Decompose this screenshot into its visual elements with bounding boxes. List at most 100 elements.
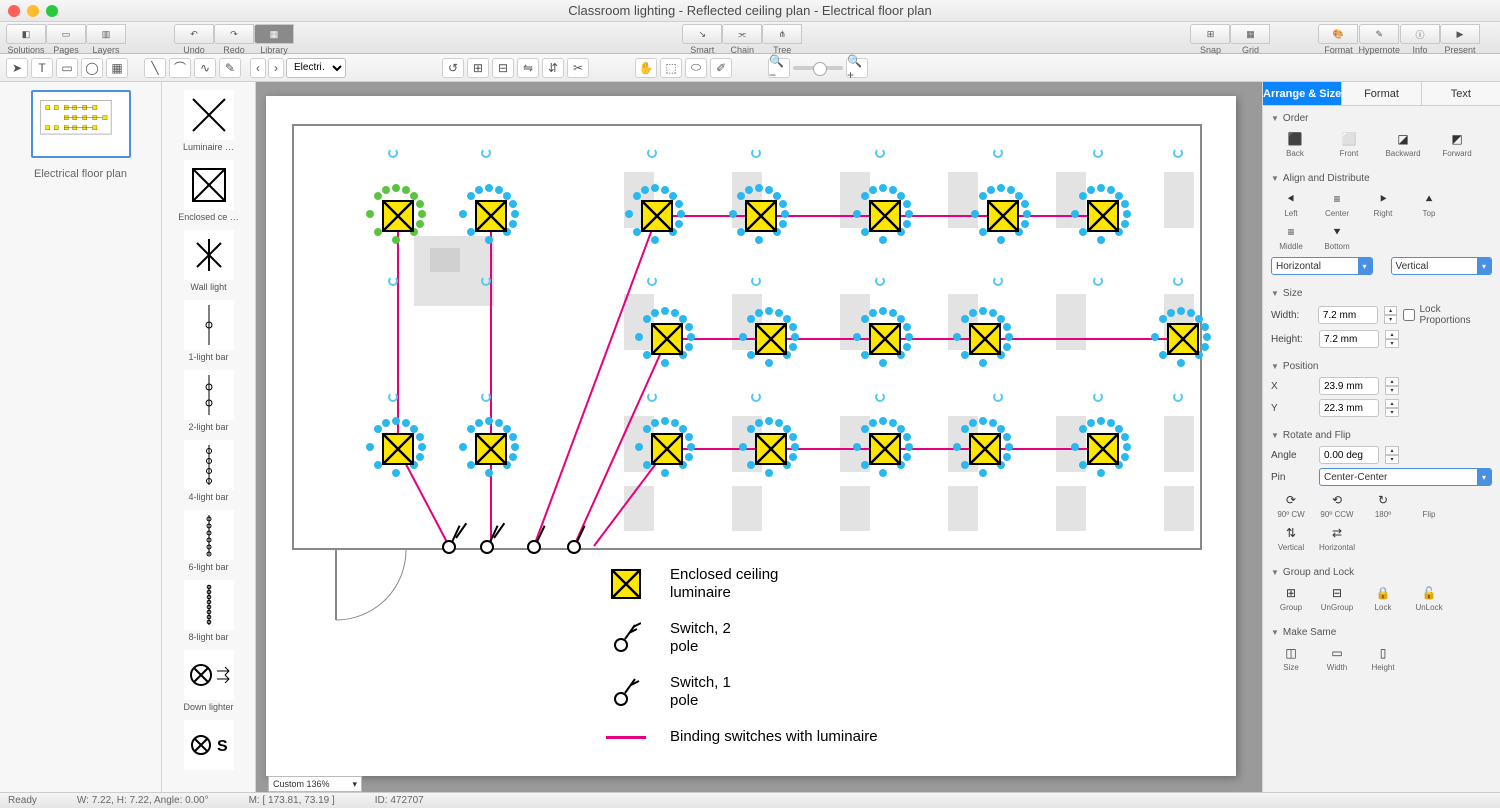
snap-button[interactable]: ⊞ — [1190, 24, 1230, 44]
luminaire[interactable] — [755, 323, 787, 355]
align-middle[interactable]: ≡Middle — [1271, 224, 1311, 251]
lock-button[interactable]: 🔒Lock — [1363, 585, 1403, 612]
select-tool[interactable]: ⬚ — [660, 58, 682, 78]
zoom-out[interactable]: 🔍− — [768, 58, 790, 78]
luminaire[interactable] — [745, 200, 777, 232]
luminaire[interactable] — [382, 433, 414, 465]
lock-proportions[interactable]: Lock Proportions — [1403, 304, 1492, 326]
ungroup-button[interactable]: ⊟UnGroup — [1317, 585, 1357, 612]
hand-tool[interactable]: ✋ — [635, 58, 657, 78]
info-button[interactable]: ⓘ — [1400, 24, 1440, 44]
tab-format[interactable]: Format — [1342, 82, 1421, 105]
lib-item-4light[interactable]: 4-light bar — [162, 436, 255, 506]
align-top[interactable]: ⯅Top — [1409, 191, 1449, 218]
arc-tool[interactable]: ⌒ — [169, 58, 191, 78]
section-align[interactable]: Align and Distribute — [1271, 170, 1492, 187]
align-left[interactable]: ⯇Left — [1271, 191, 1311, 218]
luminaire[interactable] — [651, 433, 683, 465]
luminaire[interactable] — [475, 200, 507, 232]
distribute-horizontal[interactable]: Horizontal▾ — [1271, 257, 1373, 275]
format-button[interactable]: 🎨 — [1318, 24, 1358, 44]
distribute-vertical[interactable]: Vertical▾ — [1391, 257, 1493, 275]
make-same-size[interactable]: ◫Size — [1271, 645, 1311, 672]
luminaire[interactable] — [987, 200, 1019, 232]
lib-item-1light[interactable]: 1-light bar — [162, 296, 255, 366]
minimize-icon[interactable] — [27, 5, 39, 17]
luminaire[interactable] — [755, 433, 787, 465]
library-selector[interactable]: Electri… — [286, 58, 346, 78]
page-thumbnail[interactable] — [31, 90, 131, 158]
pin-select[interactable]: Center-Center▾ — [1319, 468, 1492, 486]
align-bottom[interactable]: ⯆Bottom — [1317, 224, 1357, 251]
section-make-same[interactable]: Make Same — [1271, 624, 1492, 641]
lib-item-extra[interactable]: S — [162, 716, 255, 774]
luminaire[interactable] — [1087, 200, 1119, 232]
angle-stepper[interactable]: ▴▾ — [1385, 446, 1399, 464]
align-center[interactable]: ≡Center — [1317, 191, 1357, 218]
lasso-tool[interactable]: ⬭ — [685, 58, 707, 78]
chain-connector-button[interactable]: ⫘ — [722, 24, 762, 44]
switch-symbol[interactable] — [527, 540, 541, 554]
ungroup-tool[interactable]: ⊟ — [492, 58, 514, 78]
order-backward[interactable]: ◪Backward — [1379, 131, 1427, 158]
solutions-button[interactable]: ◧ — [6, 24, 46, 44]
close-icon[interactable] — [8, 5, 20, 17]
order-forward[interactable]: ◩Forward — [1433, 131, 1481, 158]
lib-next[interactable]: › — [268, 58, 284, 78]
section-size[interactable]: Size — [1271, 285, 1492, 302]
flip-v-tool[interactable]: ⇵ — [542, 58, 564, 78]
luminaire[interactable] — [869, 200, 901, 232]
switch-symbol[interactable] — [480, 540, 494, 554]
group-button[interactable]: ⊞Group — [1271, 585, 1311, 612]
luminaire[interactable] — [641, 200, 673, 232]
maximize-icon[interactable] — [46, 5, 58, 17]
rotate-180[interactable]: ↻180º — [1363, 492, 1403, 519]
switch-symbol[interactable] — [442, 540, 456, 554]
floor-outline[interactable] — [292, 124, 1202, 550]
width-input[interactable] — [1318, 306, 1378, 324]
crop-tool[interactable]: ✂ — [567, 58, 589, 78]
pages-button[interactable]: ▭ — [46, 24, 86, 44]
height-stepper[interactable]: ▴▾ — [1385, 330, 1399, 348]
section-rotate[interactable]: Rotate and Flip — [1271, 427, 1492, 444]
line-tool[interactable]: ╲ — [144, 58, 166, 78]
lib-item-luminaire[interactable]: Luminaire … — [162, 86, 255, 156]
x-stepper[interactable]: ▴▾ — [1385, 377, 1399, 395]
tree-connector-button[interactable]: ⋔ — [762, 24, 802, 44]
zoom-in[interactable]: 🔍+ — [846, 58, 868, 78]
spline-tool[interactable]: ∿ — [194, 58, 216, 78]
rotate-90ccw[interactable]: ⟲90º CCW — [1317, 492, 1357, 519]
lib-item-enclosed-ceiling[interactable]: Enclosed ce … — [162, 156, 255, 226]
lib-item-wall-light[interactable]: Wall light — [162, 226, 255, 296]
lib-item-8light[interactable]: 8-light bar — [162, 576, 255, 646]
rect-tool[interactable]: ▭ — [56, 58, 78, 78]
table-tool[interactable]: ▦ — [106, 58, 128, 78]
present-button[interactable]: ▶ — [1440, 24, 1480, 44]
luminaire[interactable] — [382, 200, 414, 232]
undo-button[interactable]: ↶ — [174, 24, 214, 44]
grid-button[interactable]: ▦ — [1230, 24, 1270, 44]
pointer-tool[interactable]: ➤ — [6, 58, 28, 78]
canvas[interactable]: Enclosed ceilingluminaire Switch, 2pole … — [256, 82, 1262, 792]
luminaire[interactable] — [475, 433, 507, 465]
switch-symbol[interactable] — [567, 540, 581, 554]
luminaire[interactable] — [1167, 323, 1199, 355]
hypernote-button[interactable]: ✎ — [1359, 24, 1399, 44]
lib-item-2light[interactable]: 2-light bar — [162, 366, 255, 436]
library-button[interactable]: ▦ — [254, 24, 294, 44]
lib-item-down-lighter[interactable]: Down lighter — [162, 646, 255, 716]
eyedropper-tool[interactable]: ✐ — [710, 58, 732, 78]
text-tool[interactable]: T — [31, 58, 53, 78]
smart-connector-button[interactable]: ↘ — [682, 24, 722, 44]
height-input[interactable] — [1319, 330, 1379, 348]
make-same-width[interactable]: ▭Width — [1317, 645, 1357, 672]
align-right[interactable]: ⯈Right — [1363, 191, 1403, 218]
tab-arrange-size[interactable]: Arrange & Size — [1263, 82, 1342, 105]
ellipse-tool[interactable]: ◯ — [81, 58, 103, 78]
y-input[interactable] — [1319, 399, 1379, 417]
unlock-button[interactable]: 🔓UnLock — [1409, 585, 1449, 612]
flip-h-tool[interactable]: ⇋ — [517, 58, 539, 78]
zoom-indicator[interactable]: Custom 136%▾ — [268, 776, 362, 792]
rotate-90cw[interactable]: ⟳90º CW — [1271, 492, 1311, 519]
luminaire[interactable] — [969, 323, 1001, 355]
